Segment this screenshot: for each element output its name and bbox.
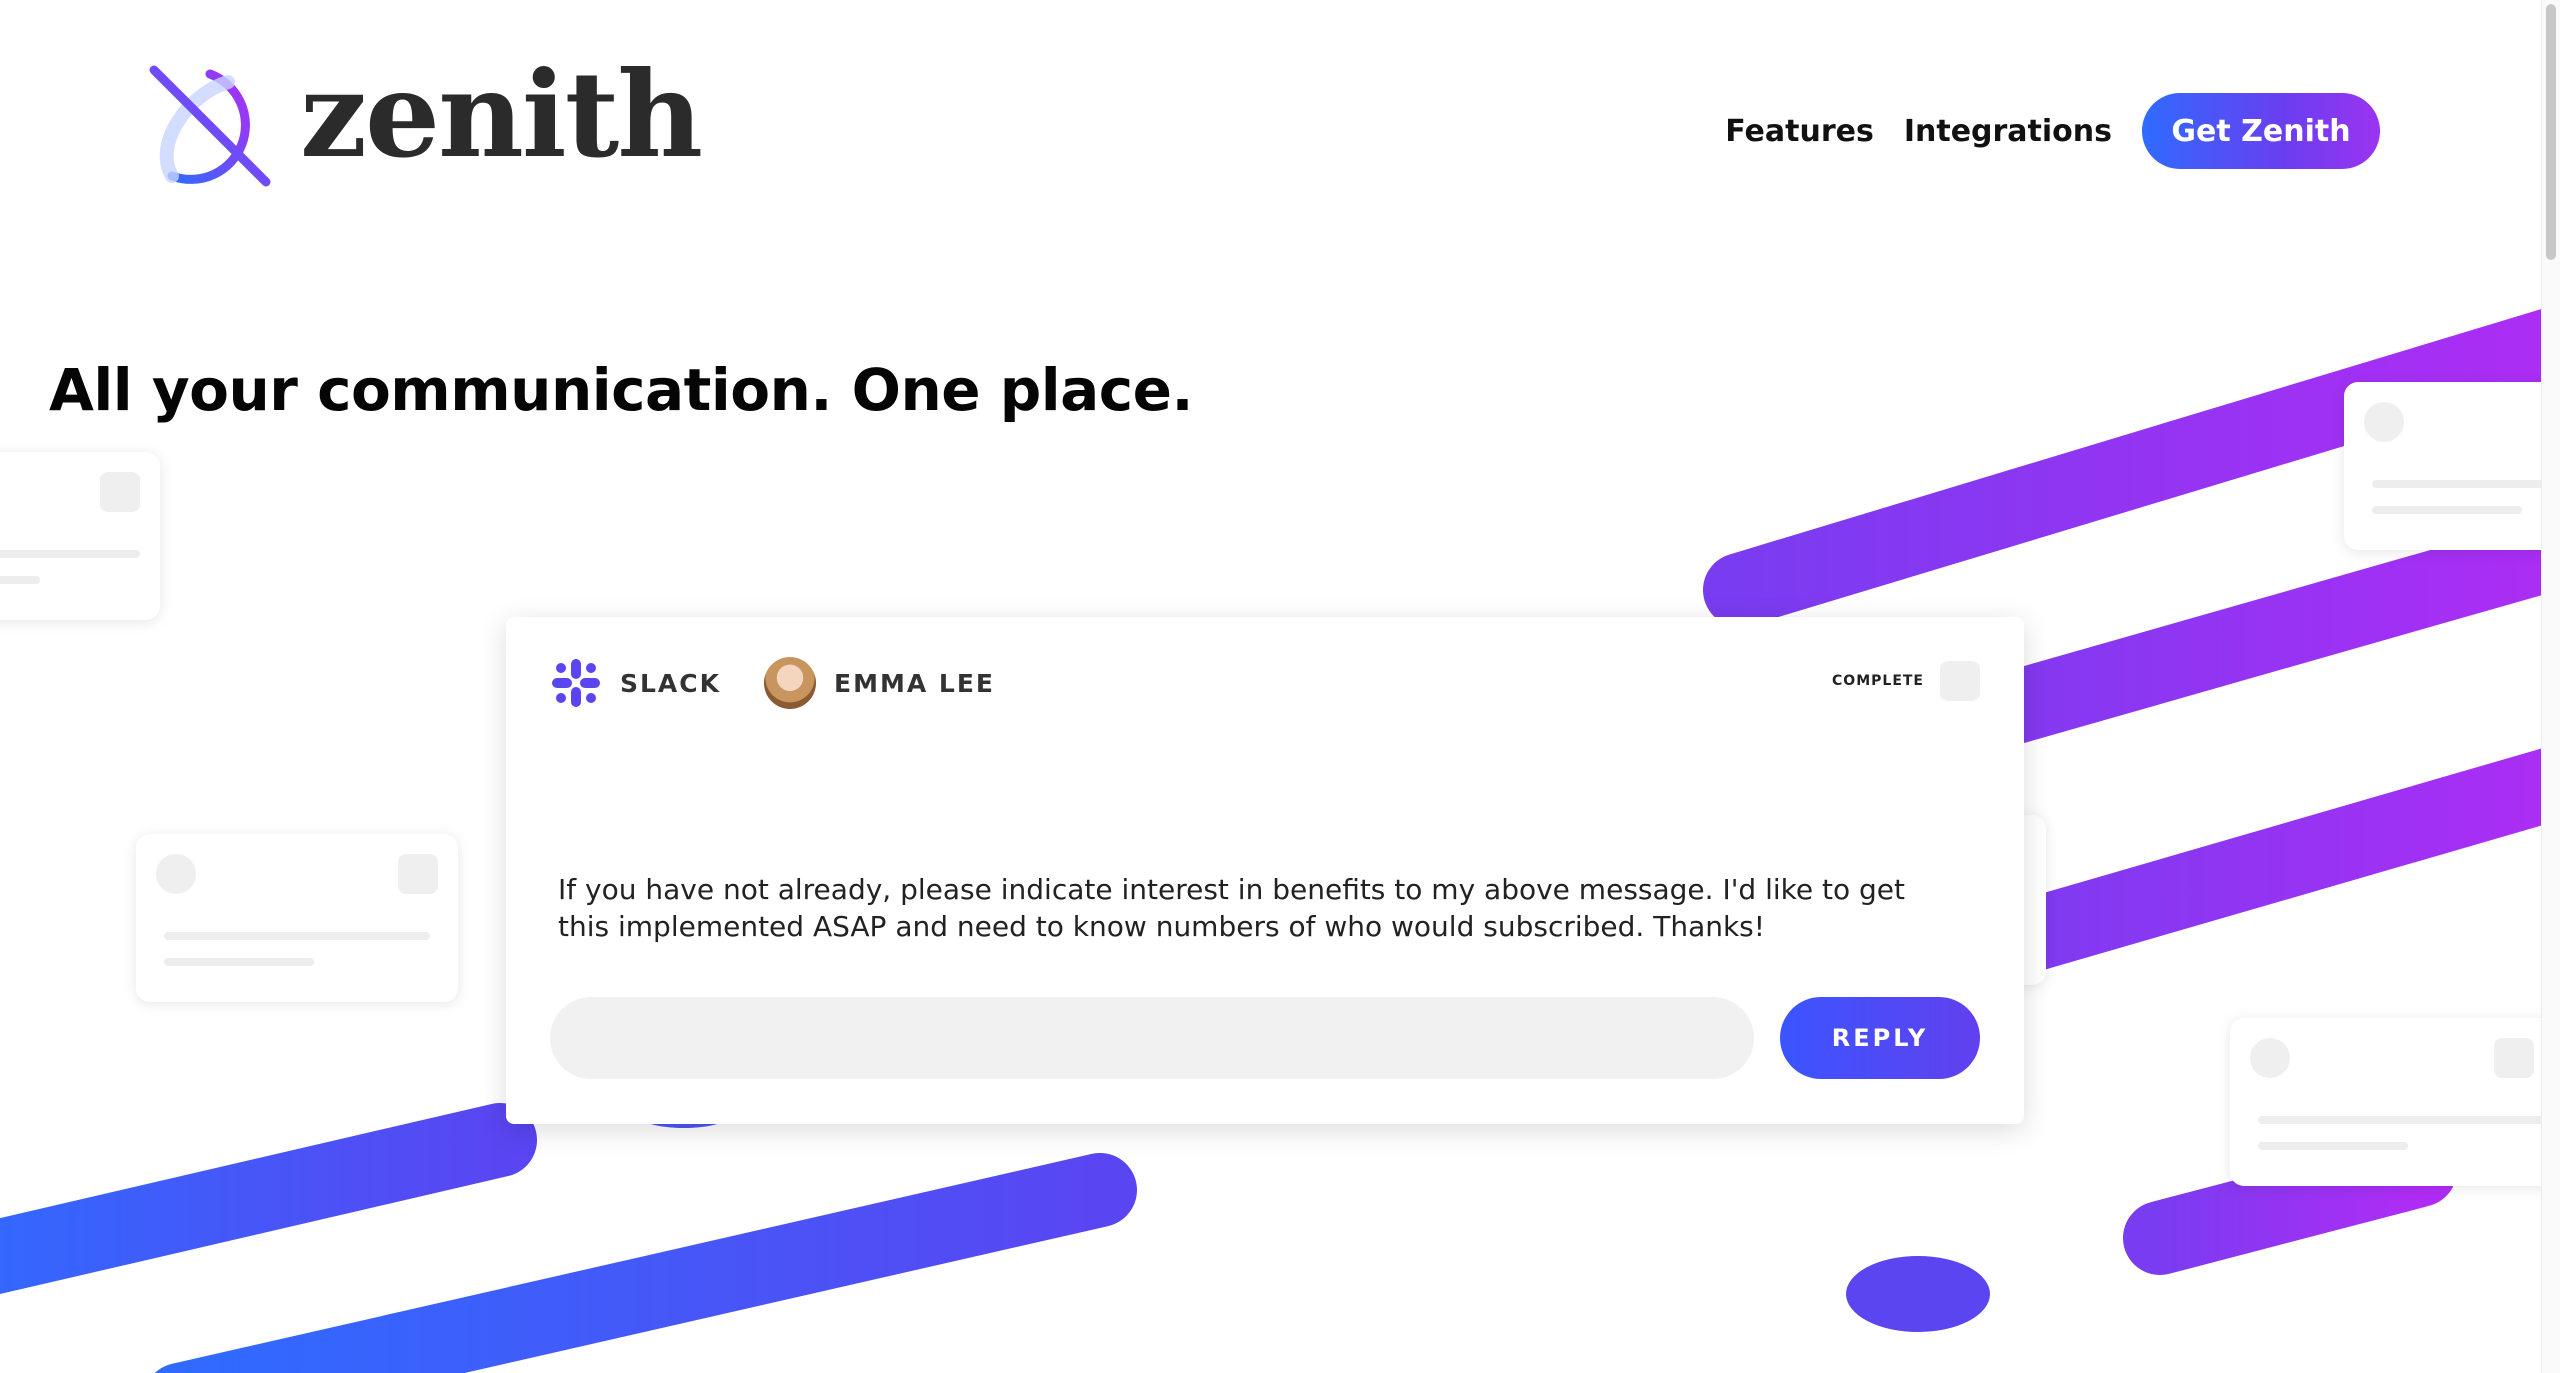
page-scrollbar[interactable] (2541, 0, 2560, 1373)
complete-checkbox[interactable] (1940, 661, 1980, 701)
stripe (0, 1103, 537, 1295)
zenith-logo-icon[interactable] (148, 64, 278, 194)
ghost-card (0, 452, 160, 620)
message-source: SLACK (550, 657, 721, 709)
stripe (1943, 743, 2560, 987)
message-sender: EMMA LEE (764, 657, 995, 709)
nav-integrations-link[interactable]: Integrations (1904, 114, 2112, 149)
sender-name: EMMA LEE (834, 668, 995, 698)
complete-toggle: COMPLETE (1832, 661, 1980, 701)
message-body: If you have not already, please indicate… (558, 873, 1905, 943)
get-zenith-button[interactable]: Get Zenith (2142, 93, 2380, 169)
top-nav: Features Integrations Get Zenith (1725, 93, 2380, 169)
source-label: SLACK (620, 668, 722, 698)
ghost-card (2344, 382, 2560, 550)
ghost-card (2230, 1018, 2560, 1186)
hero-headline: All your communication. One place. (49, 356, 1194, 424)
brand-wordmark[interactable]: zenith (300, 56, 703, 174)
message-card: SLACK EMMA LEE COMPLETE If you have not … (506, 617, 2024, 1124)
reply-input[interactable] (550, 997, 1754, 1079)
slack-icon (552, 659, 600, 707)
blob (1846, 1256, 1990, 1332)
reply-button[interactable]: REPLY (1780, 997, 1980, 1079)
nav-features-link[interactable]: Features (1725, 114, 1874, 149)
ghost-card (136, 834, 458, 1002)
scrollbar-thumb[interactable] (2546, 4, 2556, 260)
complete-label: COMPLETE (1832, 673, 1924, 689)
avatar (764, 657, 816, 709)
